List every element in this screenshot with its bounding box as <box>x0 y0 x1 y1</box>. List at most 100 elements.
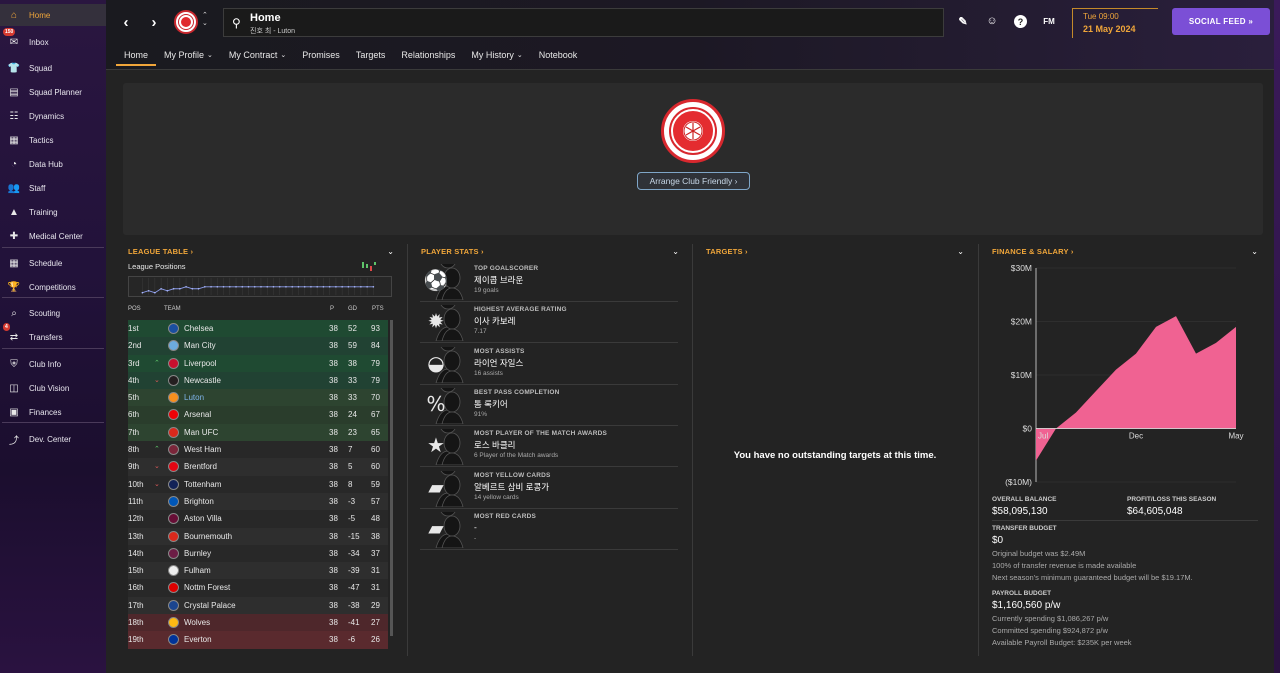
help-icon[interactable]: ? <box>1014 15 1027 28</box>
col-team[interactable]: TEAM <box>164 306 181 312</box>
player-name[interactable]: 이사 카보레 <box>474 315 515 327</box>
team-name[interactable]: Newcastle <box>184 376 221 385</box>
league-table-scrollbar[interactable] <box>390 320 393 636</box>
tab-my-profile[interactable]: My Profile ⌄ <box>156 44 221 66</box>
table-row[interactable]: 4th ⌄ Newcastle 38 33 79 <box>128 371 388 390</box>
sidebar-item-transfers[interactable]: ⇄ 4 Transfers <box>0 323 106 348</box>
player-stat-row[interactable]: ✹ HIGHEST AVERAGE RATING 이사 카보레 7.17 <box>420 292 678 344</box>
back-arrow-icon[interactable]: ‹ <box>116 12 136 32</box>
sidebar-item-scouting[interactable]: ⌕ Scouting <box>0 302 106 324</box>
table-row[interactable]: 2nd Man City 38 59 84 <box>128 337 388 355</box>
club-badge[interactable] <box>174 10 198 34</box>
sidebar-item-squad-planner[interactable]: ▤ Squad Planner <box>0 81 106 103</box>
col-pts[interactable]: PTS <box>372 306 384 312</box>
team-name[interactable]: Tottenham <box>184 480 221 489</box>
team-name[interactable]: Brentford <box>184 462 217 471</box>
table-row[interactable]: 14th Burnley 38 -34 37 <box>128 544 388 563</box>
player-stat-row[interactable]: % BEST PASS COMPLETION 톰 록키어 91% <box>420 375 678 426</box>
player-name[interactable]: - <box>474 522 477 532</box>
arrange-friendly-button[interactable]: Arrange Club Friendly › <box>637 172 750 190</box>
team-name[interactable]: Wolves <box>184 618 210 627</box>
col-p[interactable]: P <box>330 306 334 312</box>
finance-chevron-icon[interactable]: ⌄ <box>1251 247 1258 256</box>
sidebar-item-schedule[interactable]: ▦ Schedule <box>0 252 106 274</box>
table-row[interactable]: 13th Bournemouth 38 -15 38 <box>128 527 388 545</box>
team-name[interactable]: Liverpool <box>184 359 216 368</box>
table-row[interactable]: 3rd ⌃ Liverpool 38 38 79 <box>128 354 388 372</box>
tab-my-contract[interactable]: My Contract ⌄ <box>221 44 294 66</box>
table-row[interactable]: 8th ⌃ West Ham 38 7 60 <box>128 441 388 459</box>
edit-pencil-icon[interactable]: ✎ <box>955 13 971 29</box>
league-table-title[interactable]: LEAGUE TABLE › <box>128 247 193 256</box>
team-name[interactable]: Fulham <box>184 566 211 575</box>
team-name[interactable]: West Ham <box>184 445 221 454</box>
table-row[interactable]: 19th Everton 38 -6 26 <box>128 631 388 649</box>
table-row[interactable]: 11th Brighton 38 -3 57 <box>128 492 388 511</box>
table-row[interactable]: 6th Arsenal 38 24 67 <box>128 406 388 424</box>
team-name[interactable]: Man City <box>184 341 216 350</box>
targets-title[interactable]: TARGETS › <box>706 247 748 256</box>
player-name[interactable]: 제이콥 브라운 <box>474 274 523 286</box>
table-row[interactable]: 1st Chelsea 38 52 93 <box>128 320 388 338</box>
player-name[interactable]: 라이언 자일스 <box>474 357 523 369</box>
sidebar-item-dev-center[interactable]: ⤴ Dev. Center <box>0 428 106 450</box>
team-name[interactable]: Arsenal <box>184 410 211 419</box>
table-row[interactable]: 7th Man UFC 38 23 65 <box>128 423 388 442</box>
player-name[interactable]: 알베르트 삼비 로콩가 <box>474 481 549 493</box>
team-name[interactable]: Luton <box>184 393 204 402</box>
col-pos[interactable]: POS <box>128 306 141 312</box>
tab-targets[interactable]: Targets <box>348 44 394 66</box>
tab-notebook[interactable]: Notebook <box>531 44 586 66</box>
sidebar-item-medical-center[interactable]: ✚ Medical Center <box>0 225 106 247</box>
player-stats-title[interactable]: PLAYER STATS › <box>421 247 484 256</box>
sidebar-item-data-hub[interactable]: ◔ Data Hub <box>0 153 106 175</box>
sidebar-item-club-vision[interactable]: ◫ Club Vision <box>0 377 106 399</box>
team-name[interactable]: Chelsea <box>184 324 213 333</box>
tab-promises[interactable]: Promises <box>294 44 348 66</box>
sidebar-item-competitions[interactable]: 🏆 Competitions <box>0 276 106 298</box>
team-name[interactable]: Brighton <box>184 497 214 506</box>
team-name[interactable]: Burnley <box>184 549 211 558</box>
tab-home[interactable]: Home <box>116 44 157 66</box>
tab-my-history[interactable]: My History ⌄ <box>463 44 530 66</box>
search-box[interactable]: ⚲ Home 진호 최 - Luton <box>223 8 944 37</box>
team-name[interactable]: Man UFC <box>184 428 218 437</box>
table-row[interactable]: 12th Aston Villa 38 -5 48 <box>128 510 388 528</box>
team-name[interactable]: Nottm Forest <box>184 583 230 592</box>
date-widget[interactable]: Tue 09:00 21 May 2024 <box>1072 8 1158 38</box>
table-row[interactable]: 10th ⌄ Tottenham 38 8 59 <box>128 475 388 493</box>
player-name[interactable]: 톰 록키어 <box>474 398 508 410</box>
forward-arrow-icon[interactable]: › <box>144 12 164 32</box>
table-row[interactable]: 9th ⌄ Brentford 38 5 60 <box>128 458 388 476</box>
targets-chevron-icon[interactable]: ⌄ <box>957 247 964 256</box>
team-name[interactable]: Everton <box>184 635 212 644</box>
club-switch-chevron-icon[interactable]: ⌃ ⌄ <box>202 12 208 28</box>
table-row[interactable]: 17th Crystal Palace 38 -38 29 <box>128 596 388 615</box>
manager-face-icon[interactable]: ☺ <box>984 13 1000 29</box>
player-stat-row[interactable]: ▰ MOST YELLOW CARDS 알베르트 삼비 로콩가 14 yellow c… <box>420 458 678 509</box>
sidebar-item-club-info[interactable]: ⛨ Club Info <box>0 353 106 375</box>
player-stats-chevron-icon[interactable]: ⌄ <box>672 247 679 256</box>
sidebar-item-squad[interactable]: 👕 Squad <box>0 57 106 79</box>
sidebar-item-staff[interactable]: 👥 Staff <box>0 177 106 199</box>
team-name[interactable]: Bournemouth <box>184 532 232 541</box>
team-name[interactable]: Crystal Palace <box>184 601 236 610</box>
sidebar-item-training[interactable]: ▲ Training <box>0 201 106 223</box>
table-row[interactable]: 16th Nottm Forest 38 -47 31 <box>128 579 388 597</box>
tab-relationships[interactable]: Relationships <box>393 44 463 66</box>
social-feed-button[interactable]: SOCIAL FEED » <box>1172 8 1270 35</box>
player-stat-row[interactable]: ★ MOST PLAYER OF THE MATCH AWARDS 로스 바클리 6 … <box>420 416 678 468</box>
table-row[interactable]: 18th Wolves 38 -41 27 <box>128 614 388 632</box>
player-stat-row[interactable]: ▰ MOST RED CARDS - - <box>420 499 678 550</box>
sidebar-item-tactics[interactable]: ▦ Tactics <box>0 129 106 151</box>
col-gd[interactable]: GD <box>348 306 357 312</box>
fm-menu-button[interactable]: FM <box>1041 13 1057 29</box>
sidebar-item-home[interactable]: ⌂ Home <box>0 4 106 26</box>
sidebar-item-dynamics[interactable]: ☷ Dynamics <box>0 105 106 127</box>
team-name[interactable]: Aston Villa <box>184 514 222 523</box>
player-stat-row[interactable]: ⚽ TOP GOALSCORER 제이콥 브라운 19 goals <box>420 251 678 302</box>
sidebar-item-finances[interactable]: ▣ Finances <box>0 401 106 423</box>
finance-title[interactable]: FINANCE & SALARY › <box>992 247 1074 256</box>
table-row[interactable]: 5th Luton 38 33 70 <box>128 389 388 407</box>
player-name[interactable]: 로스 바클리 <box>474 439 515 451</box>
